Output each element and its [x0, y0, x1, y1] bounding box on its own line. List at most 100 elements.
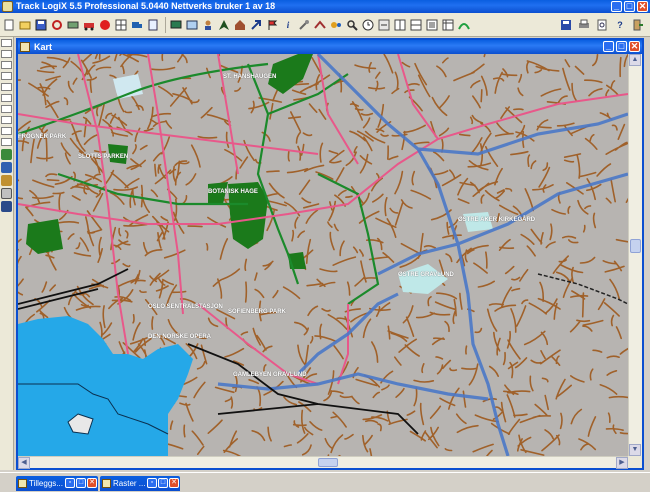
app-titlebar: Track LogiX 5.5 Professional 5.0440 Nett… [0, 0, 650, 13]
label-sentralstasjon: OSLO SENTRALSTASJON [148, 304, 223, 310]
map-maximize-button[interactable]: □ [616, 41, 627, 52]
tools-icon[interactable] [297, 18, 311, 32]
help-icon[interactable]: ? [613, 18, 627, 32]
label-gamlebyen: GAMLEBYEN GRAVLUND [233, 372, 307, 378]
map-window-titlebar: Kart _ □ ✕ [18, 40, 642, 54]
panel-toggle-8[interactable] [1, 116, 12, 124]
zoom-icon[interactable] [377, 18, 391, 32]
map-close-button[interactable]: ✕ [629, 41, 640, 52]
map-window-title: Kart [34, 42, 53, 52]
preview-icon[interactable] [595, 18, 609, 32]
maximize-button[interactable]: □ [158, 478, 168, 488]
scroll-up-arrow[interactable]: ▲ [629, 54, 641, 66]
tillegg-icon [18, 479, 27, 488]
label-ostre: ØSTRE GRAVLUND [398, 272, 454, 278]
panel-toggle-9[interactable] [1, 127, 12, 135]
lock-icon[interactable] [1, 175, 12, 186]
panel-toggle-7[interactable] [1, 105, 12, 113]
raster-icon [102, 479, 111, 488]
close-button[interactable]: ✕ [169, 478, 179, 488]
scroll-down-arrow[interactable]: ▼ [629, 444, 641, 456]
label-botanisk: BOTANISK HAGE [208, 189, 258, 195]
truck-icon[interactable] [130, 18, 144, 32]
geofence-icon[interactable] [329, 18, 343, 32]
message-icon[interactable] [185, 18, 199, 32]
measure-icon[interactable] [313, 18, 327, 32]
label-slottsparken: SLOTTS PARKEN [78, 154, 129, 160]
flag-icon[interactable] [265, 18, 279, 32]
minimize-button[interactable]: _ [611, 1, 622, 12]
maximize-button[interactable]: □ [76, 478, 86, 488]
cascade-window-icon[interactable] [409, 18, 423, 32]
task-raster-label: Raster ... [113, 479, 146, 488]
exit-icon[interactable] [631, 18, 645, 32]
stop-icon[interactable] [98, 18, 112, 32]
vertical-scroll-thumb[interactable] [630, 239, 641, 253]
panel-toggle-2[interactable] [1, 50, 12, 58]
close-button[interactable]: ✕ [87, 478, 97, 488]
scroll-right-arrow[interactable]: ▶ [616, 457, 628, 469]
app-title: Track LogiX 5.5 Professional 5.0440 Nett… [16, 1, 276, 11]
monitor-icon[interactable] [169, 18, 183, 32]
info-icon[interactable]: i [281, 18, 295, 32]
panel-toggle-4[interactable] [1, 72, 12, 80]
map-minimize-button[interactable]: _ [603, 41, 614, 52]
scroll-left-arrow[interactable]: ◀ [18, 457, 30, 469]
map-window: Kart _ □ ✕ ST. HANSHAUGEN FROGNER PARK S… [16, 38, 644, 470]
map-graphic [18, 54, 628, 456]
map-window-icon [20, 42, 30, 52]
arrow-icon[interactable] [249, 18, 263, 32]
layers-icon[interactable] [66, 18, 80, 32]
label-opera: DEN NORSKE OPERA [148, 334, 212, 340]
person-icon[interactable] [201, 18, 215, 32]
task-tillegg[interactable]: Tilleggs... ▫ □ ✕ [16, 476, 98, 491]
main-toolbar: i ? [0, 13, 650, 37]
map-window-controls: _ □ ✕ [603, 41, 640, 52]
list-icon[interactable] [425, 18, 439, 32]
track-icon[interactable] [457, 18, 471, 32]
vehicle-icon[interactable] [82, 18, 96, 32]
vertical-scrollbar[interactable]: ▲ ▼ [628, 54, 642, 456]
new-file-icon[interactable] [2, 18, 16, 32]
save-disk-icon[interactable] [559, 18, 573, 32]
restore-button[interactable]: ▫ [147, 478, 157, 488]
open-folder-icon[interactable] [18, 18, 32, 32]
panel-toggle-1[interactable] [1, 39, 12, 47]
horizontal-scrollbar[interactable]: ◀ ▶ [18, 456, 628, 469]
left-toolstrip [0, 37, 14, 470]
task-raster-controls: ▫ □ ✕ [147, 478, 179, 488]
maximize-button[interactable]: □ [624, 1, 635, 12]
search-icon[interactable] [345, 18, 359, 32]
label-frogner: FROGNER PARK [18, 134, 67, 140]
layer-green-icon[interactable] [1, 149, 12, 160]
navigate-icon[interactable] [217, 18, 231, 32]
home-icon[interactable] [233, 18, 247, 32]
clock-icon[interactable] [361, 18, 375, 32]
edit-icon[interactable] [1, 201, 12, 212]
panel-toggle-5[interactable] [1, 83, 12, 91]
label-sthanshaugen: ST. HANSHAUGEN [223, 74, 277, 80]
restore-button[interactable]: ▫ [65, 478, 75, 488]
close-button[interactable]: ✕ [637, 1, 648, 12]
window-controls: _ □ ✕ [611, 1, 648, 12]
save-icon[interactable] [34, 18, 48, 32]
route-icon[interactable] [50, 18, 64, 32]
find-icon[interactable] [1, 188, 12, 199]
panel-toggle-6[interactable] [1, 94, 12, 102]
report-icon[interactable] [146, 18, 160, 32]
grid-icon[interactable] [114, 18, 128, 32]
print-icon[interactable] [577, 18, 591, 32]
table-icon[interactable] [441, 18, 455, 32]
horizontal-scroll-thumb[interactable] [318, 458, 338, 467]
app-icon [2, 1, 13, 12]
panel-toggle-10[interactable] [1, 138, 12, 146]
label-sofienberg: SOFIENBERG PARK [228, 309, 286, 315]
toolbar-right-group: ? [559, 18, 647, 32]
pin-icon[interactable] [1, 162, 12, 173]
scroll-corner [628, 456, 642, 468]
mdi-taskbar: Tilleggs... ▫ □ ✕ Raster ... ▫ □ ✕ [0, 472, 650, 492]
tile-window-icon[interactable] [393, 18, 407, 32]
task-raster[interactable]: Raster ... ▫ □ ✕ [100, 476, 180, 491]
map-canvas[interactable]: ST. HANSHAUGEN FROGNER PARK SLOTTS PARKE… [18, 54, 628, 456]
panel-toggle-3[interactable] [1, 61, 12, 69]
